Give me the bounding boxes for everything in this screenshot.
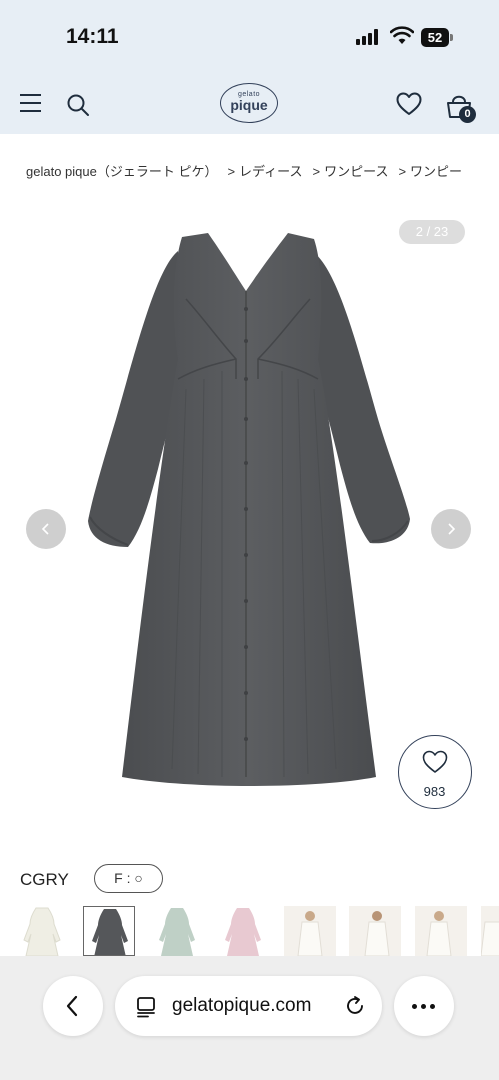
chevron-left-icon — [41, 523, 49, 535]
thumbnail-model-4[interactable] — [481, 906, 499, 956]
dress-thumbnail — [23, 907, 61, 956]
heart-icon — [422, 750, 448, 773]
cellular-signal-icon — [356, 29, 382, 45]
model-thumbnail — [426, 911, 452, 956]
model-thumbnail — [297, 911, 323, 956]
breadcrumb: gelato pique（ジェラート ピケ） > レディース > ワンピース > ワンピー — [26, 161, 486, 180]
breadcrumb-item[interactable]: レディース — [239, 164, 302, 179]
dress-thumbnail — [92, 909, 128, 955]
page-settings-icon[interactable] — [135, 996, 157, 1018]
image-counter: 2 / 23 — [399, 220, 465, 244]
product-image-gallery[interactable]: 2 / 23 983 — [0, 205, 499, 825]
breadcrumb-item[interactable]: ワンピー — [410, 164, 462, 179]
dress-thumbnail — [225, 908, 261, 956]
favorite-count: 983 — [423, 784, 446, 799]
battery-icon: 52 — [421, 28, 453, 47]
breadcrumb-separator: > — [398, 164, 407, 179]
more-options-button[interactable] — [394, 976, 454, 1036]
model-thumbnail — [364, 911, 390, 956]
heart-icon[interactable] — [396, 92, 422, 116]
more-dot-icon — [430, 1004, 435, 1009]
thumbnail-ivory[interactable] — [16, 906, 68, 956]
chevron-right-icon — [448, 523, 456, 535]
chevron-left-icon — [66, 995, 78, 1017]
cart-count-badge: 0 — [459, 106, 476, 123]
breadcrumb-separator: > — [312, 164, 321, 179]
url-text: gelatopique.com — [172, 995, 312, 1016]
status-bar: 14:11 52 — [0, 0, 499, 70]
menu-icon[interactable] — [20, 94, 42, 112]
wifi-icon — [390, 26, 414, 44]
brand-logo[interactable]: gelato pique — [220, 83, 278, 123]
thumbnail-model-2[interactable] — [349, 906, 401, 956]
more-dot-icon — [412, 1004, 417, 1009]
size-stock-badge[interactable]: F : ○ — [94, 864, 163, 893]
favorite-button[interactable]: 983 — [398, 735, 472, 809]
model-thumbnail — [481, 921, 499, 956]
logo-main-text: pique — [230, 97, 268, 113]
battery-level: 52 — [421, 28, 449, 47]
selected-color-name: CGRY — [20, 870, 69, 889]
thumbnail-model-1[interactable] — [284, 906, 336, 956]
status-time: 14:11 — [66, 25, 119, 48]
thumbnail-strip — [16, 906, 499, 956]
more-dot-icon — [421, 1004, 426, 1009]
site-header: gelato pique — [0, 70, 499, 134]
product-image — [88, 233, 410, 786]
thumbnail-charcoal[interactable] — [83, 906, 135, 956]
browser-toolbar: gelatopique.com — [0, 956, 499, 1080]
reload-icon[interactable] — [344, 995, 366, 1017]
breadcrumb-item[interactable]: ワンピース — [324, 164, 388, 179]
thumbnail-model-3[interactable] — [415, 906, 467, 956]
next-image-button[interactable] — [431, 509, 471, 549]
thumbnail-pink[interactable] — [217, 906, 269, 956]
breadcrumb-separator: > — [227, 164, 236, 179]
address-bar[interactable]: gelatopique.com — [115, 976, 382, 1036]
search-icon[interactable] — [66, 93, 90, 117]
breadcrumb-item[interactable]: gelato pique（ジェラート ピケ） — [26, 164, 217, 179]
dress-thumbnail — [159, 908, 195, 956]
previous-image-button[interactable] — [26, 509, 66, 549]
browser-back-button[interactable] — [43, 976, 103, 1036]
thumbnail-mint[interactable] — [151, 906, 203, 956]
